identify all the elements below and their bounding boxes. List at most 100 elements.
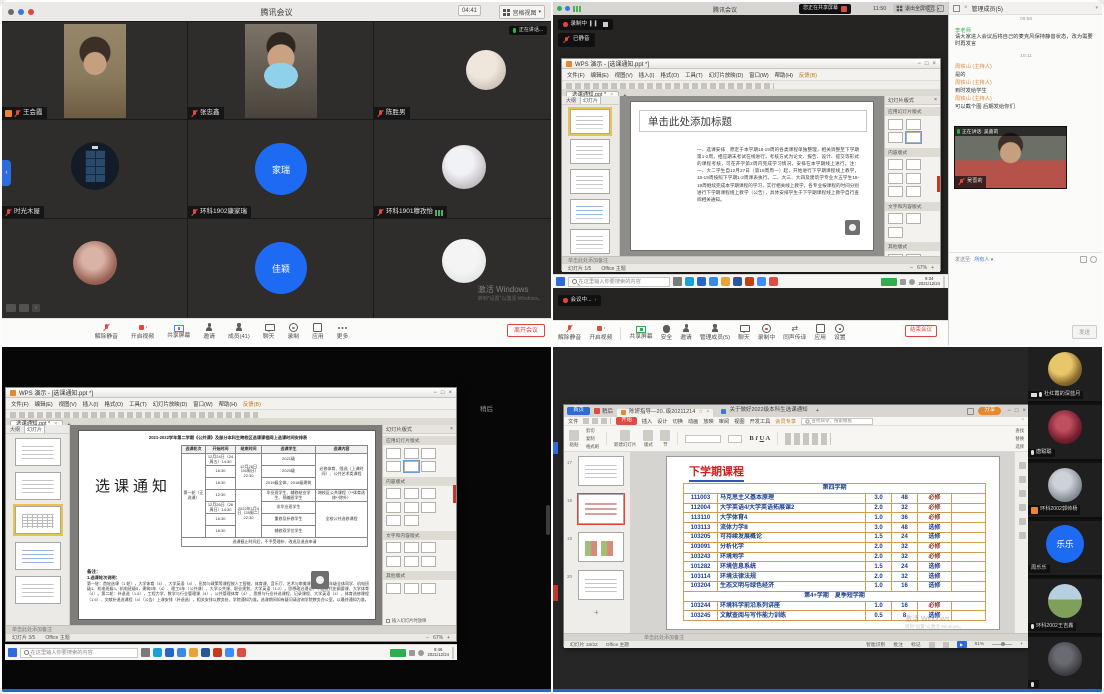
chat-button[interactable]: 聊天 — [263, 323, 275, 340]
ribbon-tab[interactable]: 开发工具 — [750, 418, 771, 425]
browser-icon[interactable] — [153, 648, 162, 657]
menu-tools[interactable]: 工具(T) — [129, 400, 147, 408]
record-button[interactable]: 录制 — [287, 323, 299, 340]
invite-button[interactable]: 邀请 — [203, 323, 215, 340]
collapse-icon[interactable]: ‹ — [32, 304, 40, 312]
window-controls[interactable]: −□× — [1007, 408, 1026, 414]
ribbon-tab[interactable]: 动画 — [688, 418, 698, 425]
interpretation-button[interactable]: ⇄同声传译 — [783, 324, 806, 341]
layout-button[interactable]: 版式 — [643, 430, 653, 448]
slide-canvas[interactable]: 2021-2022学年第二学期《公共课》及部分本科生跨校区选课课程网上选课时间安… — [78, 430, 376, 620]
menu-format[interactable]: 格式(O) — [660, 71, 679, 79]
wps-toolbar[interactable] — [6, 410, 456, 419]
send-button[interactable]: 发送 — [1072, 325, 1097, 339]
pane-tabs[interactable]: 大纲幻灯片 — [6, 425, 69, 434]
slide-canvas[interactable]: 单击此处添加标题 一、选课安排 原定于本学期18-19周的各类课程单独整理，相关… — [630, 101, 874, 251]
video-tile[interactable]: 佳颖 — [188, 219, 374, 318]
stop-share-icon[interactable] — [841, 6, 847, 12]
participant-tile[interactable]: 杜红霞的深蓝月 — [1028, 347, 1102, 403]
home-tab[interactable]: 首页 — [567, 407, 590, 416]
gift-icon[interactable] — [19, 304, 29, 312]
emoji-picker-icon[interactable] — [1080, 256, 1087, 263]
section-button[interactable]: 节 — [660, 430, 670, 448]
zoom-level[interactable]: 61% — [975, 642, 985, 647]
slide-thumbnail[interactable] — [578, 570, 624, 600]
slide-thumbnail[interactable] — [570, 169, 610, 194]
menu-slideshow[interactable]: 幻灯片放映(D) — [153, 400, 187, 408]
layout-thumbnails[interactable] — [383, 486, 456, 529]
new-tab-button[interactable]: + — [816, 408, 819, 414]
start-button[interactable] — [556, 277, 565, 286]
slide-body-text[interactable]: 一、选课安排 原定于本学期18-19周的各类课程单独整理，相关调整至下学期第1-… — [697, 146, 859, 242]
meeting-floating-pill[interactable]: 会议中...› — [558, 295, 601, 306]
participant-tile[interactable]: 环科2002郭帅杨 — [1028, 463, 1102, 519]
video-tile[interactable]: 环科1901穆孜怡 — [374, 120, 551, 219]
slide-thumbnail[interactable] — [570, 229, 610, 254]
slide-title-placeholder[interactable]: 单击此处添加标题 — [639, 110, 867, 132]
share-screen-button[interactable]: 共享屏幕 — [167, 324, 190, 340]
zoom-slider[interactable] — [992, 644, 1012, 645]
menu-format[interactable]: 格式(O) — [104, 400, 123, 408]
menu-feedback[interactable]: 反馈(B) — [799, 71, 817, 79]
task-view-icon[interactable] — [673, 277, 682, 286]
popout-icon[interactable] — [953, 5, 960, 12]
slide-thumbnail[interactable] — [570, 139, 610, 164]
settings-button[interactable]: 设置 — [834, 324, 846, 341]
ribbon-tab[interactable]: 设计 — [657, 418, 667, 425]
side-tab-red[interactable] — [553, 585, 558, 601]
record-button[interactable]: 录制中 — [758, 324, 775, 341]
ribbon-tab[interactable]: 切换 — [673, 418, 683, 425]
video-tile[interactable]: ‹ — [2, 219, 188, 318]
slide-thumbnail[interactable] — [570, 199, 610, 224]
video-tile[interactable]: 张忠鑫 — [188, 22, 374, 120]
pause-recording-icon[interactable]: ▍▍ — [590, 22, 600, 27]
bold-italic-underline-buttons[interactable]: B I U A — [749, 435, 770, 442]
battery-widget[interactable] — [390, 649, 406, 657]
view-normal-icon[interactable] — [929, 642, 935, 648]
panel-scrollbar[interactable] — [937, 176, 940, 192]
paragraph-tools[interactable] — [785, 433, 831, 445]
comments-button[interactable]: 批注 — [893, 641, 903, 648]
layout-thumbnails[interactable] — [885, 116, 940, 146]
participant-tile[interactable]: 环科2002王吉鑫 — [1028, 579, 1102, 635]
video-tile[interactable]: 激活 Windows 转到"设置"以激活 Windows。 — [374, 219, 551, 318]
unmute-button[interactable]: 解除静音 — [95, 323, 118, 340]
ribbon-tab[interactable]: 视图 — [734, 418, 744, 425]
unmute-button[interactable]: 解除静音 — [558, 324, 581, 341]
font-size-select[interactable] — [728, 435, 742, 443]
new-slide-button[interactable]: 新建幻灯片 — [614, 430, 637, 448]
side-tool-strip[interactable] — [1014, 452, 1029, 633]
menu-insert[interactable]: 插入(I) — [639, 71, 655, 79]
zoom-controls[interactable]: −67%+ — [910, 265, 934, 271]
word-icon[interactable] — [733, 277, 742, 286]
layout-thumbnails[interactable] — [885, 157, 940, 200]
stop-recording-icon[interactable] — [603, 22, 608, 27]
cut-copy-group[interactable]: 剪切复制格式刷 — [586, 428, 599, 450]
menu-edit[interactable]: 编辑(E) — [35, 400, 53, 408]
task-view-icon[interactable] — [141, 648, 150, 657]
markup-button[interactable]: 标记 — [911, 641, 921, 648]
panel-scrollbar[interactable] — [453, 485, 456, 503]
close-icon[interactable]: × — [964, 5, 968, 11]
notes-bar[interactable]: 单击此处添加备注 — [562, 256, 940, 263]
slide-editor-area[interactable]: 下学期课程 第四学期 111003马克思主义基本原理3.048必修 112004… — [631, 452, 1014, 633]
more-button[interactable]: 更多 — [337, 323, 349, 340]
slide-canvas[interactable]: 下学期课程 第四学期 111003马克思主义基本原理3.048必修 112004… — [666, 456, 1000, 630]
close-tab-icon[interactable]: × — [706, 410, 709, 416]
battery-widget[interactable] — [881, 278, 897, 286]
apps-button[interactable]: 应用 — [814, 324, 826, 341]
layout-thumbnails[interactable] — [885, 211, 940, 241]
popup-icon[interactable] — [937, 5, 944, 12]
secondary-tab[interactable]: 稍后 — [594, 407, 613, 415]
chat-input[interactable] — [955, 268, 1097, 320]
menu-slideshow[interactable]: 幻灯片放映(D) — [709, 71, 743, 79]
security-button[interactable]: 安全 — [661, 324, 673, 341]
exit-fullscreen-button[interactable]: 退出全屏模式▾ — [893, 4, 942, 13]
layout-thumbnails[interactable] — [383, 580, 456, 596]
members-header-label[interactable]: 管理成员(5) — [972, 4, 1003, 13]
ppt-icon[interactable] — [213, 648, 222, 657]
zoom-in-icon[interactable]: + — [1020, 642, 1023, 647]
app-icon[interactable] — [165, 648, 174, 657]
mention-icon[interactable] — [1090, 256, 1097, 263]
layout-switch-button[interactable]: 宫格视图▾ — [499, 5, 545, 19]
